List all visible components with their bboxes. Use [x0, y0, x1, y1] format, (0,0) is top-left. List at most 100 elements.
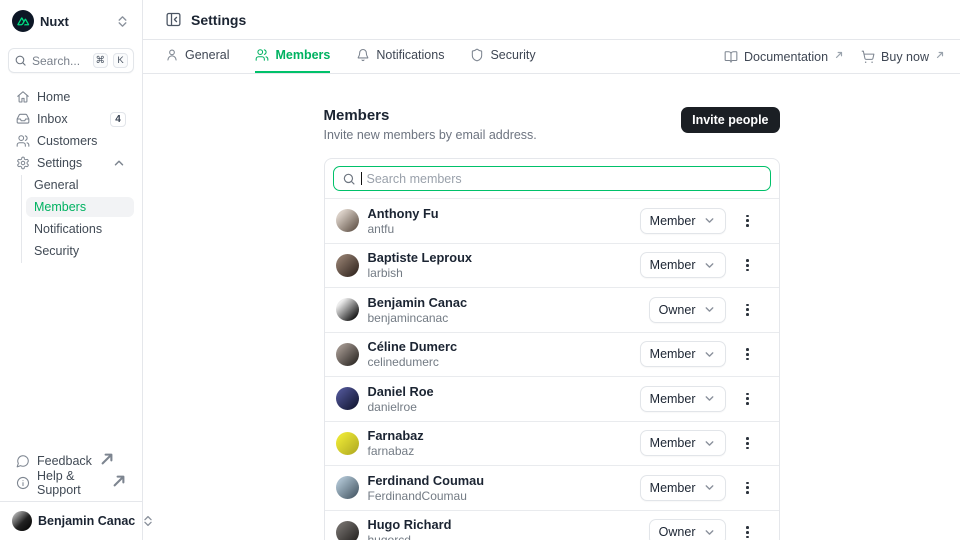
sidebar-search-button[interactable]: Search... ⌘ K [8, 48, 134, 73]
member-actions-menu-button[interactable] [739, 255, 757, 275]
buy-now-link[interactable]: Buy now [861, 50, 944, 64]
tab-label: Security [490, 48, 535, 62]
search-icon [342, 172, 356, 186]
member-role-label: Member [650, 214, 696, 228]
member-row: Anthony Fu antfu Member [325, 198, 779, 243]
chevron-down-icon [703, 481, 716, 494]
sidebar-item-members[interactable]: Members [26, 197, 134, 217]
sidebar-item-label: Help & Support [37, 469, 104, 497]
member-avatar [336, 254, 359, 277]
user-avatar [12, 511, 32, 531]
member-name: Ferdinand Coumau [368, 473, 485, 488]
members-subtitle: Invite new members by email address. [324, 128, 537, 142]
tab-general[interactable]: General [165, 40, 229, 73]
member-role-dropdown[interactable]: Member [640, 386, 726, 412]
member-avatar [336, 343, 359, 366]
member-actions-menu-button[interactable] [739, 344, 757, 364]
member-actions-menu-button[interactable] [739, 522, 757, 540]
sidebar-item-general[interactable]: General [26, 175, 134, 195]
member-role-dropdown[interactable]: Member [640, 341, 726, 367]
sidebar-item-label: Feedback [37, 454, 92, 468]
member-row: Ferdinand Coumau FerdinandCoumau Member [325, 465, 779, 510]
chevron-down-icon [703, 437, 716, 450]
sub-item-label: Security [34, 244, 79, 258]
sidebar-item-home[interactable]: Home [8, 87, 134, 107]
search-members-placeholder: Search members [367, 172, 462, 186]
member-role-dropdown[interactable]: Member [640, 208, 726, 234]
sidebar-item-customers[interactable]: Customers [8, 131, 134, 151]
member-name: Anthony Fu [368, 206, 439, 221]
member-row: Céline Dumerc celinedumerc Member [325, 332, 779, 377]
invite-people-button[interactable]: Invite people [681, 107, 779, 133]
workspace-name: Nuxt [40, 14, 69, 29]
members-card: Search members Anthony Fu antfu Member B… [324, 158, 780, 540]
tab-label: General [185, 48, 229, 62]
tab-security[interactable]: Security [470, 40, 535, 73]
sidebar-item-help-support[interactable]: Help & Support [8, 473, 134, 493]
tab-notifications[interactable]: Notifications [356, 40, 444, 73]
member-actions-menu-button[interactable] [739, 211, 757, 231]
external-link-icon [100, 452, 114, 466]
member-username: danielroe [368, 400, 434, 414]
content-area: Members Invite new members by email addr… [143, 74, 960, 540]
member-role-dropdown[interactable]: Owner [649, 519, 726, 540]
member-actions-menu-button[interactable] [739, 433, 757, 453]
member-role-dropdown[interactable]: Member [640, 252, 726, 278]
gear-icon [16, 156, 30, 170]
page-header-title: Settings [191, 12, 246, 28]
member-actions-menu-button[interactable] [739, 389, 757, 409]
member-row: Benjamin Canac benjamincanac Owner [325, 287, 779, 332]
workspace-switcher[interactable]: Nuxt [8, 8, 134, 34]
chevron-down-icon [703, 526, 716, 539]
link-label: Buy now [881, 50, 929, 64]
sidebar-item-security[interactable]: Security [26, 241, 134, 261]
member-name: Hugo Richard [368, 517, 452, 532]
sidebar-item-label: Customers [37, 134, 97, 148]
documentation-link[interactable]: Documentation [724, 50, 843, 64]
sidebar-item-notifications[interactable]: Notifications [26, 219, 134, 239]
member-avatar [336, 432, 359, 455]
sidebar-item-label: Inbox [37, 112, 68, 126]
member-actions-menu-button[interactable] [739, 478, 757, 498]
sidebar-item-label: Home [37, 90, 70, 104]
member-username: antfu [368, 222, 439, 236]
search-members-input[interactable]: Search members [333, 166, 771, 191]
tab-members[interactable]: Members [255, 40, 330, 73]
member-actions-menu-button[interactable] [739, 300, 757, 320]
info-circle-icon [16, 476, 30, 490]
member-role-dropdown[interactable]: Member [640, 475, 726, 501]
member-row: Hugo Richard hugorcd Owner [325, 510, 779, 540]
tab-bar: General Members Notifications Security [143, 40, 960, 74]
member-name: Farnabaz [368, 428, 424, 443]
link-label: Documentation [744, 50, 828, 64]
app-window: Nuxt Search... ⌘ K Home Inbox 4 Customer… [0, 0, 960, 540]
sidebar-item-inbox[interactable]: Inbox 4 [8, 109, 134, 129]
member-row: Farnabaz farnabaz Member [325, 421, 779, 466]
sidebar-item-feedback[interactable]: Feedback [8, 451, 134, 471]
members-section-header: Members Invite new members by email addr… [324, 107, 780, 142]
member-username: benjamincanac [368, 311, 468, 325]
sidebar: Nuxt Search... ⌘ K Home Inbox 4 Customer… [0, 0, 143, 540]
kbd-meta: ⌘ [93, 53, 109, 68]
main-panel: Settings General Members Notifications [143, 0, 960, 540]
user-menu[interactable]: Benjamin Canac [8, 508, 134, 534]
text-caret [361, 172, 362, 185]
sidebar-nav: Home Inbox 4 Customers Settings General … [8, 87, 134, 263]
chat-bubble-icon [16, 454, 30, 468]
member-username: celinedumerc [368, 355, 458, 369]
member-username: larbish [368, 266, 473, 280]
member-row: Baptiste Leproux larbish Member [325, 243, 779, 288]
sidebar-item-settings[interactable]: Settings [8, 153, 134, 173]
settings-subnav: General Members Notifications Security [21, 175, 134, 263]
collapse-sidebar-icon[interactable] [165, 11, 182, 28]
chevron-up-icon [112, 156, 126, 170]
member-role-label: Member [650, 436, 696, 450]
kbd-k: K [113, 53, 128, 68]
member-role-dropdown[interactable]: Member [640, 430, 726, 456]
member-name: Céline Dumerc [368, 339, 458, 354]
sub-item-label: Members [34, 200, 86, 214]
member-avatar [336, 209, 359, 232]
member-role-label: Owner [659, 525, 696, 539]
users-icon [16, 134, 30, 148]
member-role-dropdown[interactable]: Owner [649, 297, 726, 323]
